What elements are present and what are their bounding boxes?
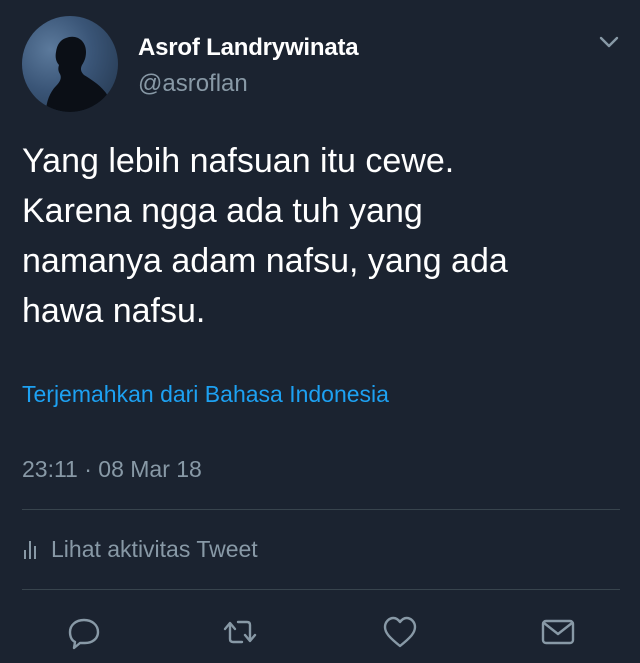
like-icon xyxy=(383,616,417,648)
tweet-actions-bar xyxy=(0,612,640,652)
tweet-text-line: namanya adam nafsu, yang ada xyxy=(22,242,508,280)
tweet-text: Yang lebih nafsuan itu cewe. Karena ngga… xyxy=(22,136,602,336)
tweet-text-line: hawa nafsu. xyxy=(22,292,206,330)
tweet-timestamp[interactable]: 23:11 · 08 Mar 18 xyxy=(22,456,202,483)
avatar[interactable] xyxy=(22,16,118,112)
retweet-button[interactable] xyxy=(220,612,260,652)
direct-message-button[interactable] xyxy=(538,612,578,652)
reply-button[interactable] xyxy=(64,612,104,652)
like-button[interactable] xyxy=(380,612,420,652)
tweet-activity-label: Lihat aktivitas Tweet xyxy=(51,536,258,562)
divider xyxy=(22,589,620,590)
reply-icon xyxy=(68,618,100,650)
user-display-name[interactable]: Asrof Landrywinata xyxy=(138,34,359,62)
avatar-silhouette-icon xyxy=(46,36,108,112)
tweet-activity-link[interactable]: Lihat aktivitas Tweet xyxy=(22,536,258,563)
user-handle[interactable]: @asroflan xyxy=(138,70,248,98)
divider xyxy=(22,509,620,510)
chevron-down-icon[interactable] xyxy=(598,34,620,50)
retweet-icon xyxy=(223,620,257,644)
tweet-card: Asrof Landrywinata @asroflan Yang lebih … xyxy=(0,0,640,663)
tweet-text-line: Yang lebih nafsuan itu cewe. xyxy=(22,142,455,180)
tweet-text-line: Karena ngga ada tuh yang xyxy=(22,192,423,230)
analytics-icon xyxy=(24,540,39,559)
mail-icon xyxy=(541,619,575,645)
translate-link[interactable]: Terjemahkan dari Bahasa Indonesia xyxy=(22,381,389,408)
